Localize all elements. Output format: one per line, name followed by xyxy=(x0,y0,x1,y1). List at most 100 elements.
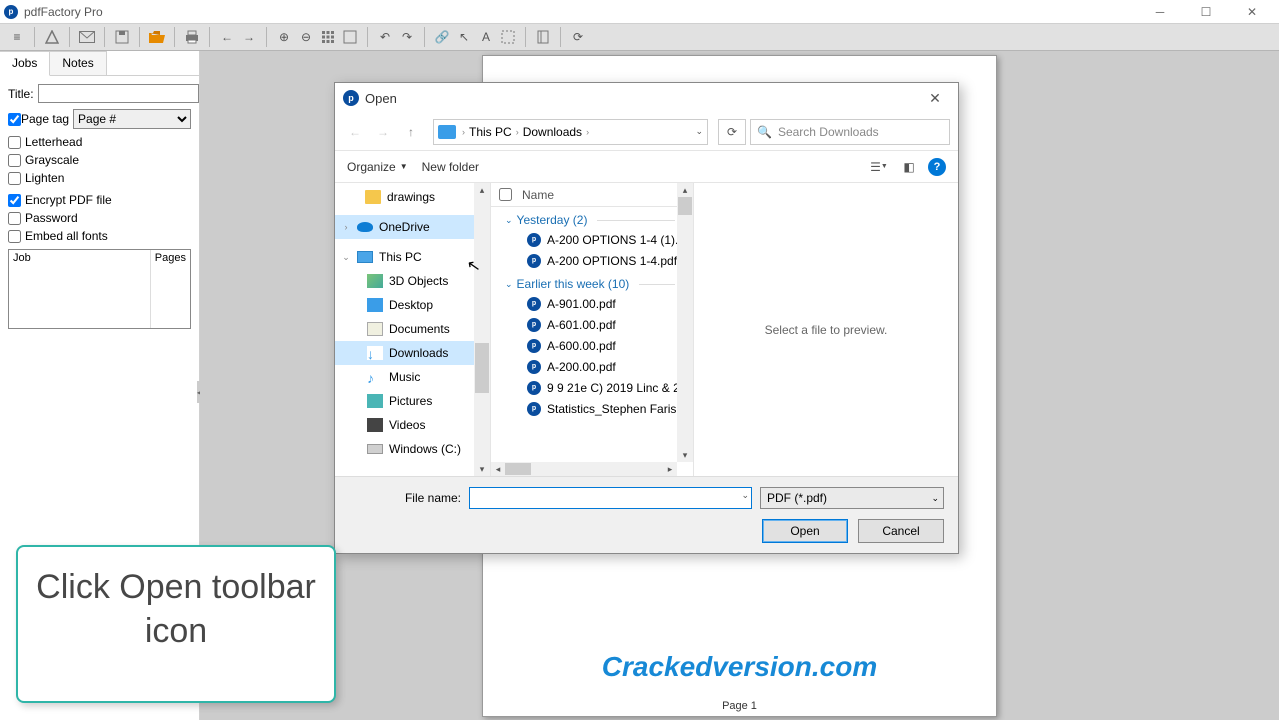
zoom-in-icon[interactable]: ⊕ xyxy=(273,26,295,48)
pagetag-checkbox[interactable] xyxy=(8,113,21,126)
pdf-icon: p xyxy=(527,402,541,416)
pictures-icon xyxy=(367,394,383,408)
group-earlier[interactable]: ⌄Earlier this week (10) xyxy=(491,271,693,293)
tree-scrollbar[interactable]: ▴ ▾ xyxy=(474,183,490,476)
file-row[interactable]: pStatistics_Stephen Farish 2 xyxy=(491,398,693,419)
undo-icon[interactable]: ↶ xyxy=(374,26,396,48)
dialog-app-icon: p xyxy=(343,90,359,106)
fit-icon[interactable] xyxy=(339,26,361,48)
tree-item-cdrive[interactable]: Windows (C:) xyxy=(335,437,490,461)
filename-input[interactable]: ⌄ xyxy=(469,487,752,509)
main-toolbar: ≡ ← → ⊕ ⊖ ↶ ↷ 🔗 ↖ A ⟳ xyxy=(0,24,1279,51)
title-input[interactable] xyxy=(38,84,199,103)
file-row[interactable]: pA-200 OPTIONS 1-4 (1).pdf xyxy=(491,229,693,250)
chevron-down-icon[interactable]: ⌄ xyxy=(741,490,749,501)
bookmark-icon[interactable] xyxy=(532,26,554,48)
chevron-right-icon: › xyxy=(462,127,465,137)
tab-notes[interactable]: Notes xyxy=(50,51,106,75)
grid-icon[interactable] xyxy=(317,26,339,48)
dialog-close-button[interactable]: ✕ xyxy=(920,90,950,107)
minimize-button[interactable]: ─ xyxy=(1137,1,1183,23)
breadcrumb-downloads[interactable]: Downloads xyxy=(523,125,582,139)
grayscale-checkbox[interactable] xyxy=(8,154,21,167)
lighten-checkbox[interactable] xyxy=(8,172,21,185)
help-button[interactable]: ? xyxy=(928,158,946,176)
tab-jobs[interactable]: Jobs xyxy=(0,51,50,76)
breadcrumb-pc-icon xyxy=(438,125,456,139)
search-input[interactable]: 🔍 Search Downloads xyxy=(750,119,950,145)
save-icon[interactable] xyxy=(111,26,133,48)
file-row[interactable]: pA-901.00.pdf xyxy=(491,293,693,314)
tree-item-music[interactable]: Music xyxy=(335,365,490,389)
tree-item-3dobjects[interactable]: 3D Objects xyxy=(335,269,490,293)
file-list-header: Name xyxy=(491,183,693,207)
encrypt-checkbox[interactable] xyxy=(8,194,21,207)
link-icon[interactable]: 🔗 xyxy=(431,26,453,48)
folder-tree[interactable]: drawings ›OneDrive ⌄This PC 3D Objects D… xyxy=(335,183,490,476)
email-icon[interactable] xyxy=(76,26,98,48)
menu-icon[interactable]: ≡ xyxy=(6,26,28,48)
pointer-icon[interactable]: ↖ xyxy=(453,26,475,48)
print-icon[interactable] xyxy=(181,26,203,48)
organize-button[interactable]: Organize▼ xyxy=(347,160,408,174)
insert-icon[interactable] xyxy=(41,26,63,48)
chevron-down-icon: ⌄ xyxy=(931,493,939,504)
tree-item-pictures[interactable]: Pictures xyxy=(335,389,490,413)
filelist-hscrollbar[interactable]: ◂▸ xyxy=(491,462,677,476)
forward-icon[interactable]: → xyxy=(238,26,260,48)
nav-up-button[interactable]: ↑ xyxy=(399,120,423,144)
preview-pane-button[interactable]: ◧ xyxy=(898,156,920,178)
new-folder-button[interactable]: New folder xyxy=(422,160,479,174)
group-yesterday[interactable]: ⌄Yesterday (2) xyxy=(491,207,693,229)
tree-item-thispc[interactable]: ⌄This PC xyxy=(335,245,490,269)
password-checkbox[interactable] xyxy=(8,212,21,225)
expand-icon[interactable]: › xyxy=(341,222,351,232)
videos-icon xyxy=(367,418,383,432)
pdf-icon: p xyxy=(527,297,541,311)
close-button[interactable]: ✕ xyxy=(1229,1,1275,23)
breadcrumb-pc[interactable]: This PC xyxy=(469,125,512,139)
open-icon[interactable] xyxy=(146,26,168,48)
filetype-select[interactable]: PDF (*.pdf)⌄ xyxy=(760,487,944,509)
refresh-icon[interactable]: ⟳ xyxy=(567,26,589,48)
tree-item-desktop[interactable]: Desktop xyxy=(335,293,490,317)
back-icon[interactable]: ← xyxy=(216,26,238,48)
tree-item-downloads[interactable]: Downloads xyxy=(335,341,490,365)
pagetag-select[interactable]: Page # xyxy=(73,109,191,129)
redo-icon[interactable]: ↷ xyxy=(396,26,418,48)
nav-forward-button[interactable]: → xyxy=(371,120,395,144)
tree-item-videos[interactable]: Videos xyxy=(335,413,490,437)
preview-message: Select a file to preview. xyxy=(765,323,888,337)
instruction-text: Click Open toolbar icon xyxy=(18,565,334,653)
tree-item-documents[interactable]: Documents xyxy=(335,317,490,341)
open-dialog: p Open ✕ ← → ↑ › This PC › Downloads › ⌄… xyxy=(334,82,959,554)
name-column[interactable]: Name xyxy=(522,188,554,202)
title-label: Title: xyxy=(8,87,34,101)
file-row[interactable]: pA-600.00.pdf xyxy=(491,335,693,356)
view-mode-button[interactable]: ☰ ▼ xyxy=(868,156,890,178)
file-row[interactable]: p9 9 21e C) 2019 Linc & 20 xyxy=(491,377,693,398)
text-icon[interactable]: A xyxy=(475,26,497,48)
nav-back-button[interactable]: ← xyxy=(343,120,367,144)
breadcrumb[interactable]: › This PC › Downloads › ⌄ xyxy=(433,119,708,145)
tree-item-drawings[interactable]: drawings xyxy=(335,185,490,209)
filelist-scrollbar[interactable]: ▴ ▾ xyxy=(677,183,693,462)
collapse-icon[interactable]: ⌄ xyxy=(341,252,351,263)
cancel-button[interactable]: Cancel xyxy=(858,519,944,543)
titlebar: p pdfFactory Pro ─ ☐ ✕ xyxy=(0,0,1279,24)
file-row[interactable]: pA-601.00.pdf xyxy=(491,314,693,335)
select-icon[interactable] xyxy=(497,26,519,48)
zoom-out-icon[interactable]: ⊖ xyxy=(295,26,317,48)
open-button[interactable]: Open xyxy=(762,519,848,543)
refresh-button[interactable]: ⟳ xyxy=(718,119,746,145)
embed-checkbox[interactable] xyxy=(8,230,21,243)
chevron-down-icon[interactable]: ⌄ xyxy=(695,126,703,137)
select-all-checkbox[interactable] xyxy=(499,188,512,201)
preview-pane: Select a file to preview. xyxy=(693,183,958,476)
tree-item-onedrive[interactable]: ›OneDrive xyxy=(335,215,490,239)
letterhead-checkbox[interactable] xyxy=(8,136,21,149)
maximize-button[interactable]: ☐ xyxy=(1183,1,1229,23)
file-row[interactable]: pA-200.00.pdf xyxy=(491,356,693,377)
file-row[interactable]: pA-200 OPTIONS 1-4.pdf xyxy=(491,250,693,271)
file-list[interactable]: Name ⌄Yesterday (2) pA-200 OPTIONS 1-4 (… xyxy=(490,183,693,476)
